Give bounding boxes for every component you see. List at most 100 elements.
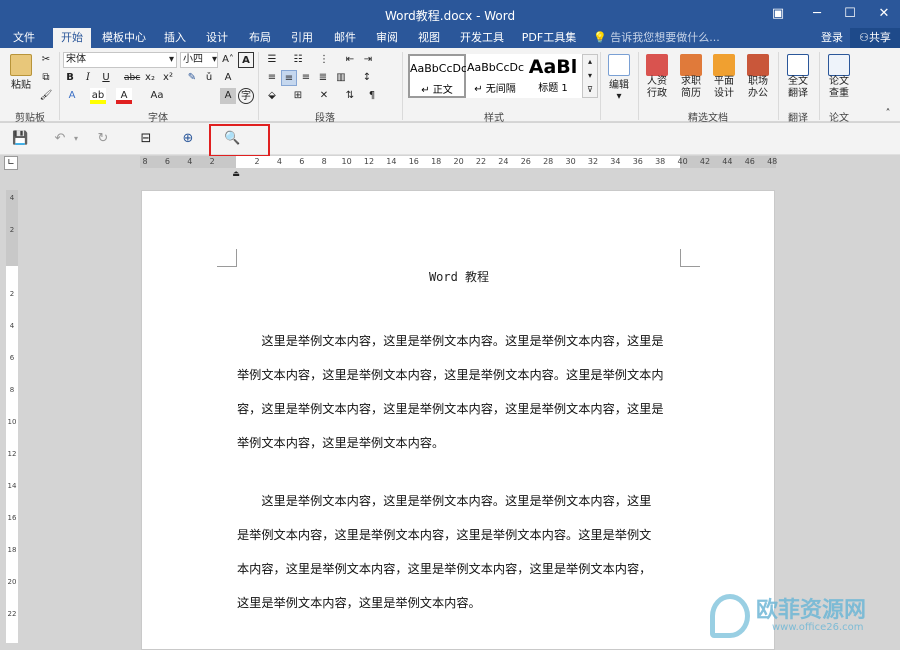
distributed-icon[interactable]: ▥ (333, 70, 349, 86)
decrease-indent-icon[interactable]: ⇤ (342, 52, 358, 68)
style-no-spacing[interactable]: AaBbCcDc ↵ 无间隔 (466, 54, 524, 98)
show-marks-icon[interactable]: ¶ (364, 88, 380, 104)
group-label-paragraph: 段落 (315, 113, 335, 124)
vertical-ruler[interactable]: 4 2 2 4 6 8 10 12 14 16 18 20 22 (6, 190, 18, 643)
tab-design[interactable]: 设计 (200, 28, 234, 48)
bullets-icon[interactable]: ☰ (264, 52, 280, 68)
template-label: 求职 简历 (681, 76, 701, 99)
tab-review[interactable]: 审阅 (370, 28, 404, 48)
align-left-icon[interactable]: ≡ (264, 70, 280, 86)
font-size-select[interactable]: 小四 ▾ (180, 52, 218, 68)
redo-icon[interactable]: ↻ (95, 131, 111, 147)
justify-icon[interactable]: ≣ (315, 70, 331, 86)
font-color-icon[interactable]: A (116, 88, 132, 104)
superscript-icon[interactable]: x² (160, 70, 176, 86)
separator (778, 52, 779, 120)
read-mode-icon[interactable]: ⊟ (138, 131, 154, 147)
font-name-select[interactable]: 宋体 ▾ (63, 52, 177, 68)
template-resume-button[interactable]: 求职 简历 (676, 54, 706, 100)
ruler-number: 42 (699, 157, 711, 166)
tell-me-box[interactable]: 💡 告诉我您想要做什么... (593, 28, 720, 48)
document-page[interactable]: Word 教程 这里是举例文本内容，这里是举例文本内容。这里是举例文本内容，这里… (141, 190, 775, 650)
editing-button[interactable]: 编辑 ▾ (604, 54, 634, 104)
char-shading-icon[interactable]: A (220, 88, 236, 104)
tab-layout[interactable]: 布局 (243, 28, 277, 48)
ruler-number: 14 (386, 157, 397, 166)
style-normal[interactable]: AaBbCcDc ↵ 正文 (408, 54, 467, 98)
cut-icon[interactable]: ✂ (38, 52, 54, 68)
format-painter-icon[interactable]: 🖌 (38, 88, 54, 104)
bold-icon[interactable]: B (62, 70, 78, 86)
indent-marker-icon[interactable]: ⏏ (228, 166, 244, 182)
tab-mailings[interactable]: 邮件 (328, 28, 362, 48)
ribbon-display-icon[interactable]: ▣ (766, 4, 790, 24)
template-hr-button[interactable]: 人资 行政 (642, 54, 672, 100)
tab-file[interactable]: 文件 (4, 28, 44, 48)
lightbulb-icon: 💡 (593, 31, 607, 44)
briefcase-icon (747, 54, 769, 76)
tab-references[interactable]: 引用 (285, 28, 319, 48)
template-office-button[interactable]: 职场 办公 (743, 54, 773, 100)
ruler-number: 16 (7, 514, 17, 522)
chinese-layout-icon[interactable]: ✕ (316, 88, 332, 104)
tab-view[interactable]: 视图 (412, 28, 446, 48)
text-effects-icon[interactable]: ✎ (184, 70, 200, 86)
italic-icon[interactable]: I (80, 70, 96, 86)
subscript-icon[interactable]: x₂ (142, 70, 158, 86)
group-label-translate: 翻译 (788, 113, 808, 124)
login-link[interactable]: 登录 (821, 28, 843, 48)
multilevel-list-icon[interactable]: ⋮ (316, 52, 332, 68)
text-line: 举例文本内容，这里是举例文本内容，这里是举例文本内容。这里是举例文本内 (237, 368, 664, 382)
paragraph-2: 这里是举例文本内容，这里是举例文本内容。这里是举例文本内容，这里 是举例文本内容… (237, 484, 681, 620)
paper-check-button[interactable]: 论文 查重 (824, 54, 854, 100)
borders-icon[interactable]: ⊞ (290, 88, 306, 104)
minimize-icon[interactable]: ─ (805, 4, 829, 24)
collapse-ribbon-icon[interactable]: ˄ (880, 106, 896, 122)
highlight-icon[interactable]: ab (90, 88, 106, 104)
tab-template-center[interactable]: 模板中心 (99, 28, 149, 48)
line-spacing-icon[interactable]: ↕ (359, 70, 375, 86)
numbering-icon[interactable]: ☷ (290, 52, 306, 68)
underline-icon[interactable]: U (98, 70, 114, 86)
close-icon[interactable]: ✕ (872, 4, 896, 24)
undo-dropdown-icon[interactable]: ▾ (68, 131, 84, 147)
tab-selector[interactable]: ∟ (4, 156, 18, 170)
strikethrough-icon[interactable]: abc (124, 70, 140, 86)
change-case-icon[interactable]: Aa (146, 88, 168, 104)
full-translate-button[interactable]: 全文 翻译 (783, 54, 813, 100)
template-design-button[interactable]: 平面 设计 (709, 54, 739, 100)
styles-scroll[interactable]: ▴ ▾ ⊽ (582, 54, 598, 98)
tab-developer[interactable]: 开发工具 (456, 28, 508, 48)
share-button[interactable]: ⚇共享 (850, 28, 900, 48)
watermark: 欧菲资源网 www.office26.com (710, 590, 900, 643)
char-border-icon[interactable]: A (220, 70, 236, 86)
tab-pdf-tools[interactable]: PDF工具集 (518, 28, 580, 48)
hr-icon (646, 54, 668, 76)
text-effect-color-icon[interactable]: A (64, 88, 80, 104)
style-heading-1[interactable]: AaBl 标题 1 (524, 54, 582, 98)
paper-check-icon (828, 54, 850, 76)
tab-home[interactable]: 开始 (53, 28, 91, 48)
enclose-char-icon[interactable]: 字 (238, 88, 254, 104)
paste-button[interactable]: 粘贴 (6, 54, 36, 100)
paste-label: 粘贴 (11, 80, 31, 91)
shading-icon[interactable]: ⬙ (264, 88, 280, 104)
ruler-number: 6 (9, 354, 15, 362)
ruler-number: 28 (543, 157, 554, 166)
clear-format-icon[interactable]: A (238, 52, 254, 68)
maximize-icon[interactable]: ☐ (838, 4, 862, 24)
align-center-icon[interactable]: ≡ (281, 70, 297, 86)
ruler-number: 26 (520, 157, 531, 166)
sort-icon[interactable]: ⇅ (342, 88, 358, 104)
copy-icon[interactable]: ⧉ (38, 70, 54, 86)
tab-insert[interactable]: 插入 (158, 28, 192, 48)
font-grow-icon[interactable]: A˄ (220, 52, 236, 68)
phonetic-icon[interactable]: ǔ (201, 70, 217, 86)
chevron-down-icon: ▾ (168, 54, 174, 65)
title-bar: Word教程.docx - Word ▣ ─ ☐ ✕ (0, 0, 900, 28)
save-icon[interactable]: 💾 (12, 131, 28, 147)
undo-icon[interactable]: ↶ (52, 131, 68, 147)
align-right-icon[interactable]: ≡ (298, 70, 314, 86)
increase-indent-icon[interactable]: ⇥ (360, 52, 376, 68)
web-layout-icon[interactable]: ⊕ (180, 131, 196, 147)
